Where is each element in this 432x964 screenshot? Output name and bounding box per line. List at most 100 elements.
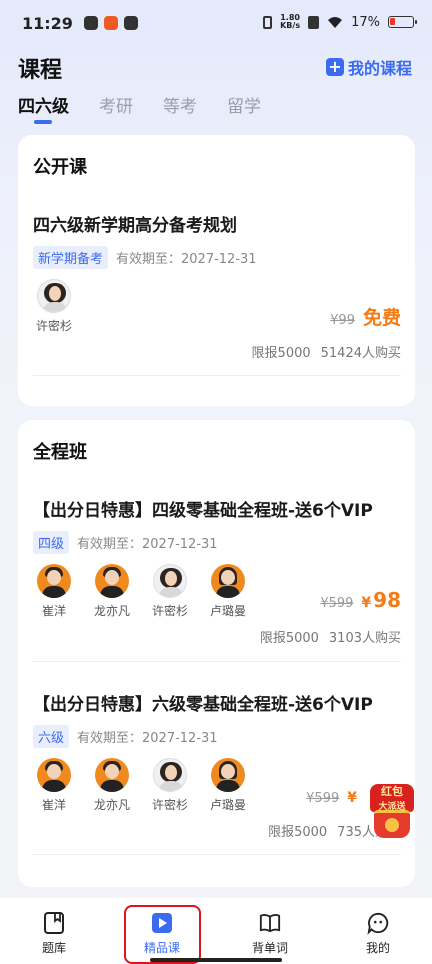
open-book-icon: [259, 913, 281, 932]
plus-icon: +: [325, 58, 344, 76]
avatar: [211, 564, 245, 598]
bottom-navigation: 题库 精品课 背单词 我的: [0, 898, 432, 964]
validity-text: 有效期至：2027-12-31: [116, 252, 257, 267]
avatar: [95, 758, 129, 792]
course-tag: 新学期备考: [33, 246, 109, 269]
tab-study-abroad[interactable]: 留学: [227, 92, 261, 124]
price-value: 98: [373, 588, 401, 612]
avatar: [95, 564, 129, 598]
full-course-card: 全程班 【出分日特惠】四级零基础全程班-送6个VIP 四级 有效期至：2027-…: [18, 420, 415, 887]
teacher-name: 许密杉: [151, 798, 188, 812]
teacher: 崔洋: [33, 564, 75, 619]
coin-icon: [385, 818, 399, 832]
notification-icons: [84, 16, 138, 30]
buyer-count: 3103人购买: [328, 631, 401, 646]
nav-label: 我的: [365, 940, 390, 955]
avatar: [37, 564, 71, 598]
original-price: ¥599: [306, 791, 340, 806]
highlight-box: [124, 905, 201, 964]
avatar: [153, 758, 187, 792]
book-icon: [44, 911, 64, 934]
teacher: 许密杉: [149, 564, 191, 619]
course-stats: 限报5000 51424人购买: [252, 342, 401, 361]
teacher-name: 崔洋: [41, 798, 66, 812]
price-row: ¥99 免费: [330, 303, 401, 330]
teacher-name: 卢璐曼: [209, 798, 246, 812]
my-courses-button[interactable]: + 我的课程: [325, 55, 412, 79]
currency-symbol: ¥: [347, 790, 357, 806]
red-packet-badge[interactable]: 红包 大派送: [366, 784, 418, 842]
teacher: 龙亦凡: [91, 758, 133, 813]
teacher-name: 许密杉: [35, 319, 72, 333]
battery-percent: 17%: [351, 14, 380, 30]
teacher-name: 许密杉: [151, 604, 188, 618]
price-row: ¥599 ¥: [306, 783, 359, 807]
status-time: 11:29: [22, 14, 73, 33]
avatar: [37, 758, 71, 792]
enroll-limit: 限报5000: [268, 825, 328, 840]
tab-postgraduate[interactable]: 考研: [99, 92, 133, 124]
teacher: 卢璐曼: [207, 564, 249, 619]
page-title: 课程: [18, 58, 63, 83]
teacher-name: 卢璐曼: [209, 604, 246, 618]
my-courses-label: 我的课程: [347, 59, 412, 78]
course-title: 【出分日特惠】六级零基础全程班-送6个VIP: [33, 695, 373, 715]
nav-label: 题库: [41, 940, 66, 955]
divider: [33, 854, 401, 855]
teacher: 卢璐曼: [207, 758, 249, 813]
course-stats: 限报5000 3103人购买: [260, 627, 401, 646]
current-price: ¥98: [361, 588, 401, 612]
nav-vocabulary[interactable]: 背单词: [235, 907, 305, 956]
course-tag: 四级: [33, 531, 70, 554]
tab-ncre[interactable]: 等考: [163, 92, 197, 124]
nav-label: 背单词: [251, 940, 288, 955]
teacher: 许密杉: [149, 758, 191, 813]
status-bar: 11:29 1.80 KB/s 17%: [0, 0, 432, 44]
teacher: 许密杉: [33, 279, 75, 334]
avatar: [153, 564, 187, 598]
teacher-name: 崔洋: [41, 604, 66, 618]
app-notification-icon: [104, 16, 118, 30]
status-right: 1.80 KB/s 17%: [263, 14, 417, 30]
category-tabs: 四六级 考研 等考 留学: [18, 92, 261, 124]
app-notification-icon: [124, 16, 138, 30]
validity-text: 有效期至：2027-12-31: [77, 537, 218, 552]
course-tag: 六级: [33, 725, 70, 748]
tab-cet[interactable]: 四六级: [18, 92, 69, 124]
sim-icon: [308, 15, 320, 29]
battery-icon: [388, 16, 417, 28]
speed-unit: KB/s: [280, 21, 301, 30]
current-price: 免费: [362, 307, 401, 329]
divider: [33, 661, 401, 662]
nav-question-bank[interactable]: 题库: [19, 907, 89, 956]
divider: [33, 375, 401, 376]
home-indicator[interactable]: [150, 958, 282, 962]
teacher-name: 龙亦凡: [93, 604, 130, 618]
public-course-card: 公开课 四六级新学期高分备考规划 新学期备考 有效期至：2027-12-31 许…: [18, 135, 415, 406]
section-heading: 全程班: [33, 438, 87, 466]
chat-icon: [367, 912, 389, 935]
wifi-icon: [328, 16, 343, 28]
enroll-limit: 限报5000: [259, 631, 319, 646]
app-notification-icon: [84, 16, 98, 30]
section-heading: 公开课: [33, 153, 87, 181]
original-price: ¥599: [320, 596, 354, 611]
buyer-count: 51424人购买: [320, 346, 401, 361]
enroll-limit: 限报5000: [251, 346, 311, 361]
course-title: 【出分日特惠】四级零基础全程班-送6个VIP: [33, 501, 373, 521]
validity-text: 有效期至：2027-12-31: [77, 731, 218, 746]
network-speed: 1.80 KB/s: [280, 14, 300, 30]
teacher: 龙亦凡: [91, 564, 133, 619]
original-price: ¥99: [330, 313, 355, 328]
current-price: ¥: [347, 783, 359, 807]
avatar: [37, 279, 71, 313]
avatar: [211, 758, 245, 792]
price-row: ¥599 ¥98: [320, 588, 401, 612]
teacher-name: 龙亦凡: [93, 798, 130, 812]
red-packet-label: 红包 大派送: [370, 784, 414, 812]
course-title: 四六级新学期高分备考规划: [33, 216, 237, 236]
currency-symbol: ¥: [361, 595, 372, 611]
red-packet-line1: 红包: [381, 785, 403, 798]
vibrate-icon: [263, 15, 273, 29]
nav-profile[interactable]: 我的: [343, 907, 413, 956]
